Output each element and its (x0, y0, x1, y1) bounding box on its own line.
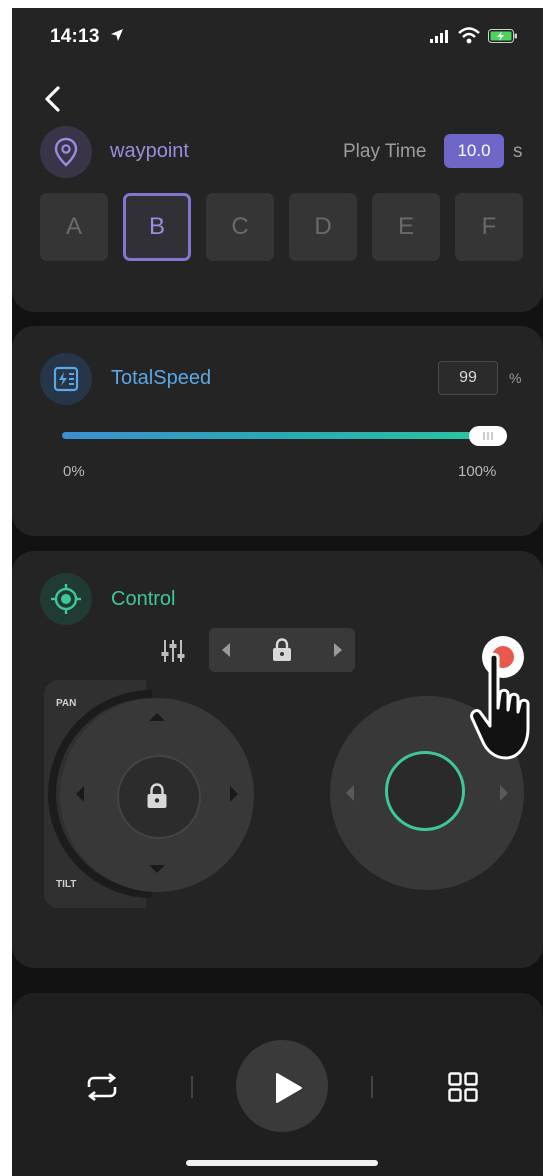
speed-icon (40, 353, 92, 405)
slide-joystick-knob[interactable] (385, 751, 465, 831)
waypoint-button-b[interactable]: B (123, 193, 191, 261)
cellular-signal-icon (430, 30, 448, 43)
waypoint-button-a[interactable]: A (40, 193, 108, 261)
waypoint-button-c[interactable]: C (206, 193, 274, 261)
play-time-unit: s (513, 141, 523, 162)
lock-mode-prev-icon[interactable] (221, 642, 231, 658)
speed-slider-handle[interactable] (468, 426, 507, 446)
total-speed-input[interactable]: 99 (438, 361, 498, 395)
loop-icon[interactable] (84, 1073, 120, 1101)
grid-menu-icon[interactable] (448, 1072, 478, 1102)
location-arrow-icon (111, 29, 123, 41)
waypoint-button-f[interactable]: F (455, 193, 523, 261)
speed-slider-track[interactable] (62, 432, 492, 439)
adjust-sliders-icon[interactable] (160, 638, 186, 664)
total-speed-unit: % (509, 370, 522, 386)
back-chevron-icon[interactable] (40, 82, 66, 118)
tilt-label: TILT (56, 879, 77, 890)
status-time: 14:13 (50, 26, 100, 47)
slider-min-label: 0% (63, 463, 85, 480)
lock-icon (273, 638, 291, 661)
pan-label: PAN (56, 698, 77, 709)
joystick-up-arrow-icon[interactable] (148, 712, 166, 722)
toolbar-divider (371, 1076, 373, 1098)
lock-mode-selector[interactable] (209, 628, 355, 672)
waypoint-title: waypoint (110, 140, 189, 162)
waypoint-button-d[interactable]: D (289, 193, 357, 261)
slide-right-arrow-icon[interactable] (499, 784, 509, 802)
waypoint-button-e[interactable]: E (372, 193, 440, 261)
waypoint-pin-icon (40, 126, 92, 178)
slide-left-arrow-icon[interactable] (345, 784, 355, 802)
joystick-lock-icon (147, 783, 167, 808)
battery-charging-icon (488, 29, 517, 43)
play-time-label: Play Time (343, 141, 427, 162)
tap-hand-icon (470, 652, 530, 760)
play-time-input[interactable]: 10.0 (444, 134, 504, 168)
toolbar-divider (191, 1076, 193, 1098)
play-icon (276, 1073, 302, 1103)
app-screen: 14:13 waypoint Play Time 10.0 s A B C D … (12, 8, 543, 1176)
total-speed-title: TotalSpeed (111, 367, 212, 389)
control-title: Control (111, 588, 176, 610)
control-target-icon (40, 573, 92, 625)
home-indicator[interactable] (186, 1160, 378, 1166)
slider-max-label: 100% (458, 463, 497, 480)
wifi-icon (458, 27, 480, 44)
joystick-right-arrow-icon[interactable] (229, 785, 239, 803)
status-bar: 14:13 (12, 8, 543, 64)
joystick-left-arrow-icon[interactable] (75, 785, 85, 803)
joystick-down-arrow-icon[interactable] (148, 864, 166, 874)
lock-mode-next-icon[interactable] (333, 642, 343, 658)
